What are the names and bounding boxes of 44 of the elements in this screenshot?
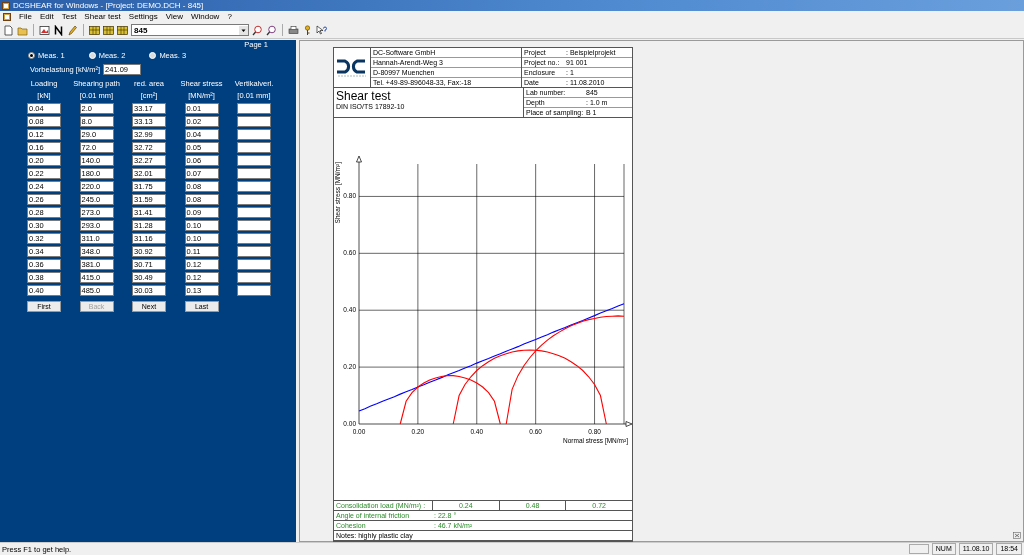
- value-field[interactable]: [237, 207, 271, 218]
- menu-item[interactable]: Test: [61, 11, 77, 22]
- image-icon[interactable]: [39, 24, 50, 36]
- value-field[interactable]: [237, 103, 271, 114]
- value-field[interactable]: [237, 233, 271, 244]
- menu-item[interactable]: Edit: [39, 11, 54, 22]
- menu-item[interactable]: ?: [227, 11, 232, 22]
- key-icon[interactable]: [302, 24, 313, 36]
- logo-icon: [336, 57, 368, 78]
- printer-icon[interactable]: [288, 24, 299, 36]
- value-field[interactable]: [237, 155, 271, 166]
- value-field[interactable]: [237, 116, 271, 127]
- grid-icon[interactable]: [103, 24, 114, 36]
- help-pointer-icon[interactable]: [316, 24, 327, 36]
- value-field[interactable]: [237, 246, 271, 257]
- menu-item[interactable]: Window: [190, 11, 220, 22]
- grid-icon[interactable]: [89, 24, 100, 36]
- value-field[interactable]: [237, 285, 271, 296]
- value-field[interactable]: [237, 194, 271, 205]
- value-field[interactable]: [237, 168, 271, 179]
- resize-icon[interactable]: [1013, 532, 1021, 539]
- document-icon[interactable]: [3, 12, 11, 21]
- pencil-icon[interactable]: [67, 24, 78, 36]
- status-panel: [908, 544, 929, 554]
- app-icon: [2, 1, 10, 10]
- open-folder-icon[interactable]: [17, 24, 28, 36]
- menu-item[interactable]: View: [165, 11, 183, 22]
- zoom-in-icon[interactable]: [252, 24, 263, 36]
- value-field[interactable]: [237, 259, 271, 270]
- report-title: Shear test: [336, 90, 391, 103]
- letter-n-icon[interactable]: [53, 24, 64, 36]
- value-field[interactable]: [237, 272, 271, 283]
- grid-icon[interactable]: [117, 24, 128, 36]
- zoom-out-icon[interactable]: [266, 24, 277, 36]
- value-field[interactable]: [237, 142, 271, 153]
- value-field[interactable]: [237, 129, 271, 140]
- value-field[interactable]: [237, 181, 271, 192]
- value-field[interactable]: [237, 220, 271, 231]
- menu-item[interactable]: File: [19, 11, 32, 22]
- menu-item[interactable]: Shear test: [84, 11, 121, 22]
- window-title: DCSHEAR for Windows - [Project: DEMO.DCH - 845]: [13, 0, 204, 11]
- menu-item[interactable]: Settings: [128, 11, 158, 22]
- record-combo[interactable]: 845: [131, 24, 249, 36]
- new-file-icon[interactable]: [3, 24, 14, 36]
